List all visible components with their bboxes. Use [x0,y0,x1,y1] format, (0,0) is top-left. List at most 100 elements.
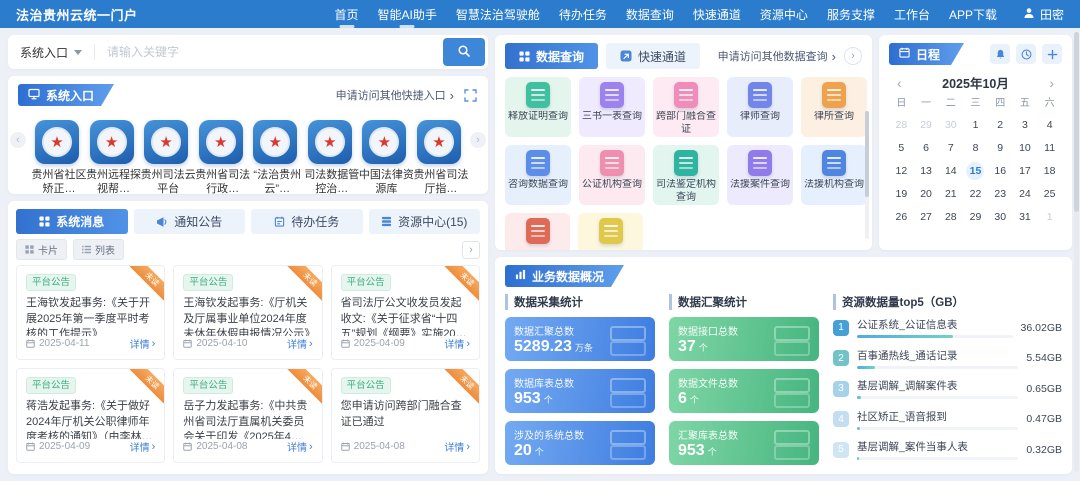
tab-quick-channel[interactable]: 快速通道 [606,43,700,69]
nav-item[interactable]: 数据查询 [626,6,674,23]
query-more-link[interactable]: 申请访问其他数据查询 [718,48,836,64]
calendar-day[interactable]: 17 [1013,159,1038,182]
calendar-day[interactable]: 21 [938,182,963,205]
fullscreen-icon[interactable] [462,87,478,103]
calendar-day[interactable]: 25 [1037,182,1062,205]
calendar-day[interactable]: 18 [1037,159,1062,182]
entry-more-link[interactable]: 申请访问其他快捷入口 [336,87,454,103]
calendar-day[interactable]: 13 [914,159,939,182]
query-scrollbar[interactable] [865,111,869,239]
system-entry[interactable]: ★ 贵州远程探视帮… [85,120,139,194]
page-scrollbar[interactable] [1074,32,1079,472]
tab-resource-center[interactable]: 资源中心(15) [369,209,481,234]
calendar-day[interactable]: 26 [889,205,914,228]
calendar-day[interactable]: 15 [963,159,988,182]
calendar-day[interactable]: 8 [963,136,988,159]
calendar-day[interactable]: 14 [938,159,963,182]
detail-link[interactable]: 详情 [287,336,313,351]
query-tile[interactable] [578,213,643,250]
message-card[interactable]: 平台公告 您申请访问跨部门融合查证已通过 2025-04-08 详情 未读 [331,368,480,463]
nav-item[interactable]: 待办任务 [559,6,607,23]
nav-item[interactable]: 服务支撑 [827,6,875,23]
view-list-button[interactable]: 列表 [73,239,124,260]
calendar-day[interactable]: 10 [1013,136,1038,159]
tab-system-messages[interactable]: 系统消息 [16,209,128,234]
query-tile[interactable]: 法援案件查询 [727,145,793,205]
nav-item[interactable]: 首页 [335,6,359,23]
calendar-day[interactable]: 7 [938,136,963,159]
calendar-day[interactable]: 30 [938,113,963,136]
calendar-day[interactable]: 28 [889,113,914,136]
calendar-day[interactable]: 5 [889,136,914,159]
tab-todo-tasks[interactable]: 待办任务 [251,209,363,234]
query-tile[interactable]: 三书一表查询 [579,77,645,137]
plus-icon[interactable] [1042,44,1062,64]
nav-item[interactable]: 工作台 [894,6,930,23]
bell-icon[interactable] [990,44,1010,64]
nav-item[interactable]: 智能AI助手 [378,6,437,23]
detail-link[interactable]: 详情 [130,336,156,351]
calendar-day[interactable]: 16 [988,159,1013,182]
query-next-button[interactable]: › [844,47,862,65]
calendar-day[interactable]: 20 [914,182,939,205]
calendar-day[interactable]: 11 [1037,136,1062,159]
calendar-day[interactable]: 2 [988,113,1013,136]
query-tile[interactable]: 律师查询 [727,77,793,137]
nav-item[interactable]: 资源中心 [760,6,808,23]
calendar-day[interactable]: 27 [914,205,939,228]
detail-link[interactable]: 详情 [287,439,313,454]
system-entry[interactable]: ★ 贵州司法云平台 [139,120,193,194]
next-month-button[interactable]: › [1045,75,1058,91]
query-tile[interactable] [505,213,570,250]
calendar-day[interactable]: 1 [1037,205,1062,228]
query-tile[interactable]: 跨部门融合查证 [653,77,719,137]
query-tile[interactable]: 咨询数据查询 [505,145,571,205]
query-tile[interactable]: 公证机构查询 [579,145,645,205]
calendar-day[interactable]: 24 [1013,182,1038,205]
detail-link[interactable]: 详情 [444,439,470,454]
calendar-day[interactable]: 28 [938,205,963,228]
message-card[interactable]: 平台公告 蒋浩发起事务:《关于做好2024年厅机关公职律师年度考核的通知》（由李… [16,368,165,463]
search-input[interactable] [107,45,443,59]
message-card[interactable]: 平台公告 王海钦发起事务:《关于开展2025年第一季度平时考核的工作提示》 20… [16,265,165,360]
clock-icon[interactable] [1016,44,1036,64]
search-category-select[interactable]: 系统入口 [20,44,82,61]
calendar-day[interactable]: 29 [963,205,988,228]
calendar-day[interactable]: 31 [1013,205,1038,228]
tab-notices[interactable]: 通知公告 [134,209,246,234]
calendar-day[interactable]: 12 [889,159,914,182]
detail-link[interactable]: 详情 [444,336,470,351]
calendar-day[interactable]: 9 [988,136,1013,159]
calendar-day[interactable]: 23 [988,182,1013,205]
query-tile[interactable]: 司法鉴定机构查询 [653,145,719,205]
prev-month-button[interactable]: ‹ [893,75,906,91]
nav-item[interactable]: 快速通道 [693,6,741,23]
system-entry[interactable]: ★ 中国法律资源库 [357,120,411,194]
message-card[interactable]: 平台公告 王海钦发起事务:《厅机关及厅属事业单位2024年度未休年休假申报情况公… [173,265,322,360]
query-tile[interactable]: 法援机构查询 [801,145,867,205]
calendar-day[interactable]: 3 [1013,113,1038,136]
system-entry[interactable]: ★ 贵州省社区矫正… [30,120,84,194]
system-entry[interactable]: ★ 司法数据管控治… [303,120,357,194]
calendar-day[interactable]: 6 [914,136,939,159]
calendar-day[interactable]: 1 [963,113,988,136]
calendar-day[interactable]: 4 [1037,113,1062,136]
calendar-day[interactable]: 29 [914,113,939,136]
user-menu[interactable]: 田密 [1023,6,1064,23]
calendar-day[interactable]: 30 [988,205,1013,228]
system-entry[interactable]: ★ “法治贵州云”… [248,120,302,194]
system-entry[interactable]: ★ 贵州省司法厅指… [412,120,466,194]
calendar-day[interactable]: 22 [963,182,988,205]
message-card[interactable]: 平台公告 岳子力发起事务:《中共贵州省司法厅直属机关委员会关于印发《2025年4… [173,368,322,463]
detail-link[interactable]: 详情 [130,439,156,454]
nav-item[interactable]: APP下载 [949,6,997,23]
message-card[interactable]: 平台公告 省司法厅公文收发员发起收文:《关于征求省“十四五”规划《纲要》实施20… [331,265,480,360]
tab-data-query[interactable]: 数据查询 [505,43,598,69]
system-entry[interactable]: ★ 贵州省司法行政… [194,120,248,194]
calendar-day[interactable]: 19 [889,182,914,205]
query-tile[interactable]: 律所查询 [801,77,867,137]
cards-next-button[interactable]: › [462,241,480,259]
query-tile[interactable]: 释放证明查询 [505,77,571,137]
nav-item[interactable]: 智慧法治驾驶舱 [456,6,540,23]
view-card-button[interactable]: 卡片 [16,239,67,260]
